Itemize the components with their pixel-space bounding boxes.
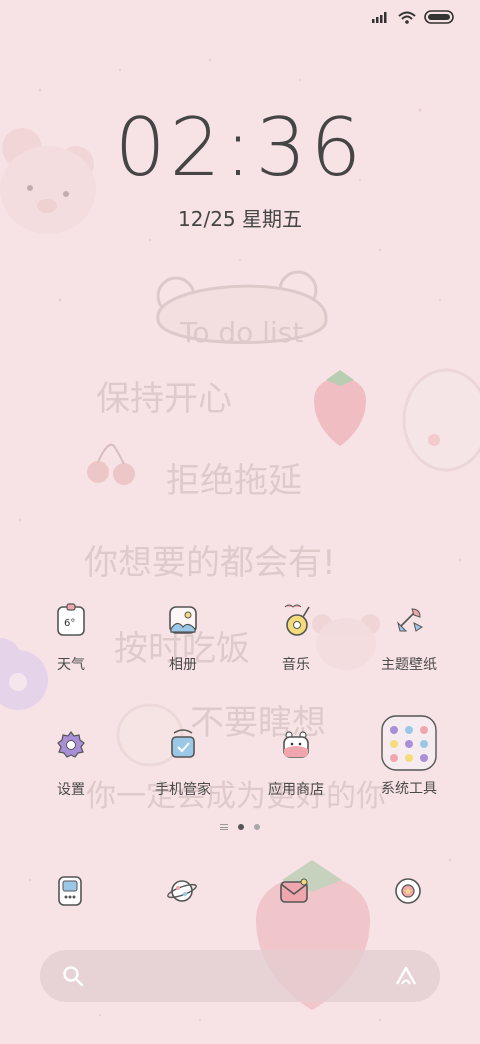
app-weather[interactable]: 6° 天气 [16,600,126,674]
svg-text:6°: 6° [64,618,75,629]
page-dot[interactable] [254,824,260,830]
folder-system-tools[interactable]: 系统工具 [354,714,464,798]
app-store-icon [276,725,316,765]
dock-phone[interactable] [50,871,90,911]
page-indicator[interactable] [0,824,480,830]
todo-title: To do list [179,316,303,349]
dock-browser[interactable] [162,871,202,911]
todo-decoration: To do list [156,270,328,349]
app-label: 相册 [169,657,197,673]
wifi-icon [398,11,416,24]
svg-text:拒绝拖延: 拒绝拖延 [166,461,302,501]
app-theme-wallpaper[interactable]: 主题壁纸 [354,600,464,674]
bunny-decoration [402,368,480,472]
app-music[interactable]: 音乐 [241,600,351,674]
app-phone-manager[interactable]: 手机管家 [128,725,238,799]
page-dot-active[interactable] [238,824,244,830]
lock-clock[interactable]: 02:36 [0,108,480,188]
app-label: 应用商店 [268,782,324,798]
page-list-icon [220,824,228,830]
app-label: 音乐 [282,657,310,673]
signal-icon [372,12,387,23]
settings-icon [51,725,91,765]
battery-icon [424,10,454,24]
search-icon [63,966,84,987]
system-tools-folder-icon [380,714,438,772]
dock-camera[interactable] [388,871,428,911]
dock-messages[interactable] [274,871,314,911]
svg-text:你想要的都会有!: 你想要的都会有! [84,543,336,583]
browser-icon [167,880,197,902]
assistant-icon[interactable] [394,965,418,987]
security-icon [163,725,203,765]
cherry-decoration [87,443,135,485]
music-icon [276,600,316,640]
strawberry-decoration [314,370,366,446]
gallery-icon [163,600,203,640]
app-gallery[interactable]: 相册 [128,600,238,674]
app-settings[interactable]: 设置 [16,725,126,799]
app-label: 天气 [57,657,85,673]
theme-icon [389,600,429,640]
camera-icon [395,878,421,904]
app-label: 系统工具 [381,781,437,797]
weather-icon: 6° [51,600,91,640]
status-bar [372,10,454,24]
lock-date: 12/25 星期五 [178,207,302,231]
app-label: 主题壁纸 [381,657,437,673]
app-label: 手机管家 [155,782,211,798]
phone-icon [58,876,82,906]
messages-icon [280,878,308,903]
svg-text:保持开心: 保持开心 [96,379,232,419]
search-bar[interactable] [40,950,440,1002]
app-app-store[interactable]: 应用商店 [241,725,351,799]
app-label: 设置 [57,782,85,798]
